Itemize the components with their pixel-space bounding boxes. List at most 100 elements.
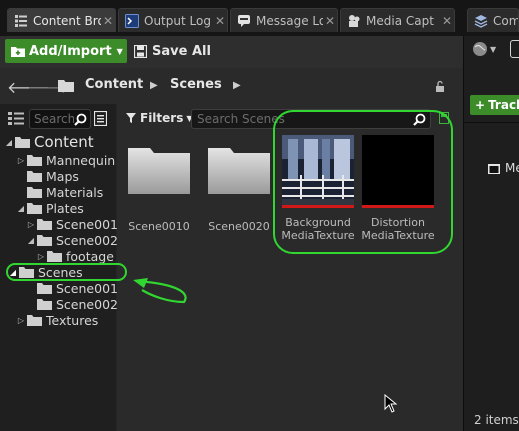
message-log-icon xyxy=(236,13,252,29)
lock-icon[interactable] xyxy=(434,80,446,92)
media-capture-icon xyxy=(346,13,362,29)
world-icon[interactable]: ▼ xyxy=(472,41,496,57)
tab-content-browser[interactable]: Content Bro ✕ xyxy=(7,8,116,32)
folder-open-icon xyxy=(15,136,30,148)
tree-item-textures[interactable]: ▷ Textures xyxy=(16,312,98,328)
close-icon[interactable]: ✕ xyxy=(213,14,227,28)
tree-item-materials[interactable]: Materials xyxy=(16,184,103,200)
media-track-icon xyxy=(488,162,500,174)
collapse-icon[interactable]: ◢ xyxy=(26,236,36,245)
search-icon xyxy=(74,113,87,126)
folder-icon xyxy=(47,250,62,262)
arrow-annotation-icon xyxy=(133,278,187,304)
tree-item-label: Content xyxy=(34,133,94,151)
close-icon[interactable]: ✕ xyxy=(440,14,454,28)
add-import-button[interactable]: Add/Import ▼ xyxy=(5,39,127,63)
close-icon[interactable]: ✕ xyxy=(323,14,337,28)
tree-item-label: Scene002 xyxy=(56,296,118,312)
folder-icon xyxy=(208,148,270,194)
filters-label: Filters xyxy=(140,111,184,125)
media-track-label[interactable]: Me xyxy=(505,161,519,175)
folder-icon xyxy=(27,154,42,166)
tree-item-label: Scene001 xyxy=(56,280,118,296)
breadcrumb-content[interactable]: Content xyxy=(85,77,143,92)
add-import-label: Add/Import xyxy=(29,43,112,59)
chevron-down-icon: ▼ xyxy=(116,46,123,56)
tab-label: Media Capt xyxy=(366,13,434,28)
chevron-down-icon: ▼ xyxy=(490,44,497,54)
folder-icon xyxy=(27,314,42,326)
camera-icon[interactable] xyxy=(510,40,519,58)
breadcrumb-scenes[interactable]: Scenes xyxy=(170,77,222,92)
filters-button[interactable]: Filters ▼ xyxy=(126,111,193,125)
expand-icon[interactable]: ▷ xyxy=(16,316,26,325)
save-icon xyxy=(134,44,147,58)
mouse-cursor-icon xyxy=(384,394,398,413)
folder-icon xyxy=(128,148,190,194)
add-track-button[interactable]: + Track xyxy=(470,95,519,115)
tab-output-log[interactable]: Output Log ✕ xyxy=(118,8,228,32)
tree-item-label: Materials xyxy=(46,184,104,200)
asset-label: Scene0020 xyxy=(208,220,270,233)
tab-label: Output Log xyxy=(144,13,211,28)
close-icon[interactable]: ✕ xyxy=(101,14,115,28)
asset-label: Scene0010 xyxy=(128,220,190,233)
collapse-icon[interactable]: ◢ xyxy=(16,204,26,213)
sources-search-input[interactable]: Search xyxy=(29,109,91,129)
item-count: 2 items xyxy=(474,413,519,427)
tree-item-plates[interactable]: ◢ Plates xyxy=(16,200,84,216)
expand-icon[interactable]: ▷ xyxy=(36,252,46,261)
folder-icon xyxy=(37,298,52,310)
tab-label: Content Bro xyxy=(33,13,101,28)
tree-item-footage[interactable]: ▷ footage xyxy=(36,248,114,264)
tab-message-log[interactable]: Message Lo ✕ xyxy=(230,8,338,32)
highlight-annotation xyxy=(6,263,127,281)
output-log-icon xyxy=(124,13,140,29)
collapse-icon[interactable]: ◢ xyxy=(4,138,14,147)
sources-search-placeholder: Search xyxy=(34,112,74,126)
plus-icon: + xyxy=(475,98,486,112)
folder-open-icon xyxy=(27,202,42,214)
tree-item-label: Scene001 xyxy=(56,216,118,232)
tab-media-capture[interactable]: Media Capt ✕ xyxy=(340,8,455,32)
tree-item-maps[interactable]: Maps xyxy=(16,168,79,184)
view-options-icon[interactable] xyxy=(94,111,107,126)
tree-item-label: Scene002 xyxy=(56,232,118,248)
tab-label: Message Lo xyxy=(256,13,323,28)
asset-folder-scene0020[interactable]: Scene0020 xyxy=(204,140,274,240)
tree-item-label: footage xyxy=(66,248,114,264)
tree-item-scenes-scene001[interactable]: Scene001 xyxy=(26,280,118,296)
expand-icon[interactable]: ▷ xyxy=(26,220,36,229)
folder-icon xyxy=(27,186,42,198)
filter-icon xyxy=(126,113,136,123)
sources-toggle-icon[interactable] xyxy=(8,111,24,125)
tree-item-label: Maps xyxy=(46,168,79,184)
folder-icon xyxy=(37,282,52,294)
breadcrumb-separator-icon[interactable]: ▶ xyxy=(150,80,158,91)
tree-item-mannequin[interactable]: ▷ Mannequin xyxy=(16,152,115,168)
tree-item-label: Mannequin xyxy=(46,152,116,168)
layers-icon xyxy=(473,13,489,29)
breadcrumb-separator-icon[interactable]: ▶ xyxy=(233,80,241,91)
divider xyxy=(464,122,519,123)
folder-icon xyxy=(37,218,52,230)
tree-item-plates-scene001[interactable]: ▷ Scene001 xyxy=(26,216,118,232)
tree-item-scenes-scene002[interactable]: Scene002 xyxy=(26,296,118,312)
tab-label: Com xyxy=(493,13,518,28)
tree-item-content[interactable]: ◢ Content xyxy=(4,133,94,151)
folder-open-icon xyxy=(37,234,52,246)
save-all-button[interactable]: Save All xyxy=(134,39,211,63)
tree-item-label: Textures xyxy=(46,312,99,328)
add-folder-icon xyxy=(11,44,25,58)
highlight-annotation xyxy=(273,110,453,254)
folder-icon xyxy=(27,170,42,182)
tab-composure[interactable]: Com xyxy=(467,8,519,32)
folder-icon xyxy=(58,79,74,92)
expand-icon[interactable]: ▷ xyxy=(16,156,26,165)
asset-folder-scene0010[interactable]: Scene0010 xyxy=(124,140,194,240)
save-all-label: Save All xyxy=(152,43,211,59)
tree-item-label: Plates xyxy=(46,200,84,216)
add-track-label: Track xyxy=(488,98,519,112)
content-browser-icon xyxy=(13,13,29,29)
tree-item-plates-scene002[interactable]: ◢ Scene002 xyxy=(26,232,118,248)
